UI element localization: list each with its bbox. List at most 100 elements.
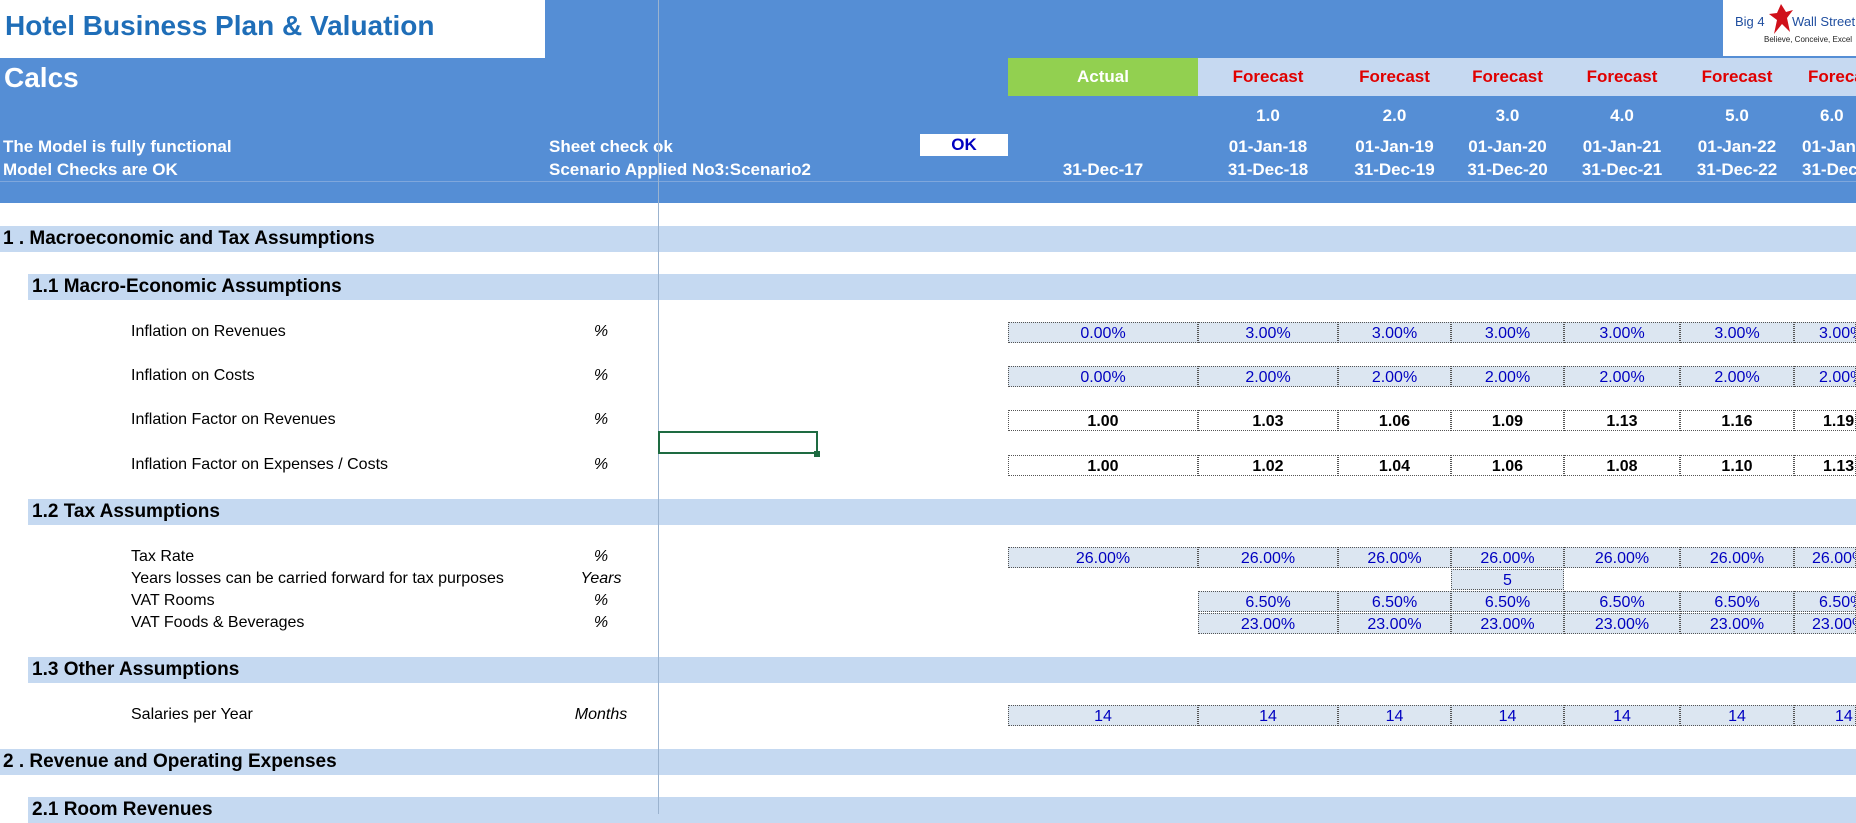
value-cell[interactable]: 2.00%: [1680, 366, 1794, 387]
row-label-factor-revenues: Inflation Factor on Revenues: [131, 411, 336, 428]
end-date-3[interactable]: 31-Dec-20: [1451, 160, 1564, 180]
value-cell[interactable]: 26.00%: [1680, 547, 1794, 568]
value-cell[interactable]: 1.13: [1564, 410, 1680, 431]
actual-header[interactable]: Actual: [1008, 58, 1198, 96]
value-cell[interactable]: 3.00%: [1451, 322, 1564, 343]
value-cell[interactable]: 2.00%: [1338, 366, 1451, 387]
start-date-5[interactable]: 01-Jan-22: [1680, 137, 1794, 157]
period-1[interactable]: 1.0: [1198, 106, 1338, 126]
scenario-label: Scenario Applied No3:Scenario2: [549, 160, 811, 179]
value-cell[interactable]: 26.00%: [1451, 547, 1564, 568]
value-cell[interactable]: 1.10: [1680, 455, 1794, 476]
value-cell[interactable]: 14: [1564, 705, 1680, 726]
start-date-1[interactable]: 01-Jan-18: [1198, 137, 1338, 157]
value-cell[interactable]: 1.02: [1198, 455, 1338, 476]
value-cell[interactable]: 0.00%: [1008, 322, 1198, 343]
value-cell[interactable]: 6.50%: [1198, 591, 1338, 612]
section-title-2: 2 . Revenue and Operating Expenses: [3, 751, 337, 772]
end-date-4[interactable]: 31-Dec-21: [1564, 160, 1680, 180]
row-unit: %: [593, 614, 609, 631]
value-cell[interactable]: 1.00: [1008, 410, 1198, 431]
end-date-1[interactable]: 31-Dec-18: [1198, 160, 1338, 180]
value-cell[interactable]: 6.50%: [1794, 591, 1856, 612]
logo-text-right: Wall Street: [1792, 14, 1856, 29]
value-cell[interactable]: 26.00%: [1198, 547, 1338, 568]
subsection-band-2-1[interactable]: [28, 797, 1856, 823]
value-cell[interactable]: 26.00%: [1338, 547, 1451, 568]
value-cell[interactable]: 1.00: [1008, 455, 1198, 476]
forecast-header-6[interactable]: Forecast: [1794, 58, 1856, 96]
end-date-6[interactable]: 31-Dec-23: [1794, 160, 1856, 180]
period-5[interactable]: 5.0: [1680, 106, 1794, 126]
value-cell[interactable]: 14: [1451, 705, 1564, 726]
value-cell[interactable]: 6.50%: [1451, 591, 1564, 612]
end-date-2[interactable]: 31-Dec-19: [1338, 160, 1451, 180]
freeze-pane-divider: [658, 0, 659, 814]
value-cell[interactable]: 1.03: [1198, 410, 1338, 431]
value-cell[interactable]: 23.00%: [1680, 613, 1794, 634]
value-cell[interactable]: 14: [1794, 705, 1856, 726]
value-cell[interactable]: 23.00%: [1564, 613, 1680, 634]
value-cell[interactable]: 2.00%: [1198, 366, 1338, 387]
value-cell[interactable]: 1.06: [1338, 410, 1451, 431]
value-cell[interactable]: 1.08: [1564, 455, 1680, 476]
start-date-3[interactable]: 01-Jan-20: [1451, 137, 1564, 157]
value-cell[interactable]: 3.00%: [1564, 322, 1680, 343]
period-6[interactable]: 6.0: [1794, 106, 1856, 126]
value-cell[interactable]: 2.00%: [1451, 366, 1564, 387]
value-cell[interactable]: 1.16: [1680, 410, 1794, 431]
value-cell[interactable]: 23.00%: [1338, 613, 1451, 634]
value-cell[interactable]: 6.50%: [1680, 591, 1794, 612]
value-cell[interactable]: 23.00%: [1198, 613, 1338, 634]
value-cell[interactable]: 6.50%: [1564, 591, 1680, 612]
value-cell[interactable]: 3.00%: [1198, 322, 1338, 343]
value-cell[interactable]: 2.00%: [1794, 366, 1856, 387]
row-unit: %: [593, 456, 609, 473]
start-date-2[interactable]: 01-Jan-19: [1338, 137, 1451, 157]
actual-end-date[interactable]: 31-Dec-17: [1008, 160, 1198, 180]
value-cell[interactable]: 14: [1008, 705, 1198, 726]
value-cell[interactable]: 23.00%: [1451, 613, 1564, 634]
row-unit: %: [593, 548, 609, 565]
subsection-band-1-3[interactable]: [28, 657, 1856, 683]
start-date-4[interactable]: 01-Jan-21: [1564, 137, 1680, 157]
value-cell[interactable]: 3.00%: [1338, 322, 1451, 343]
start-date-6[interactable]: 01-Jan-23: [1794, 137, 1856, 157]
value-cell[interactable]: 1.13: [1794, 455, 1856, 476]
value-cell[interactable]: 14: [1680, 705, 1794, 726]
period-4[interactable]: 4.0: [1564, 106, 1680, 126]
selected-cell[interactable]: [658, 431, 818, 454]
forecast-header-4[interactable]: Forecast: [1564, 58, 1680, 96]
row-unit: Years: [580, 570, 622, 587]
forecast-header-2[interactable]: Forecast: [1338, 58, 1451, 96]
value-cell[interactable]: 14: [1198, 705, 1338, 726]
value-cell[interactable]: 23.00%: [1794, 613, 1856, 634]
value-cell[interactable]: 26.00%: [1564, 547, 1680, 568]
value-cell[interactable]: 3.00%: [1794, 322, 1856, 343]
value-cell[interactable]: 6.50%: [1338, 591, 1451, 612]
row-label-vat-rooms: VAT Rooms: [131, 592, 215, 609]
value-cell[interactable]: 1.06: [1451, 455, 1564, 476]
subsection-band-1-2[interactable]: [28, 499, 1856, 525]
fill-handle[interactable]: [814, 451, 820, 457]
subsection-title-1-3: 1.3 Other Assumptions: [32, 659, 240, 680]
end-date-5[interactable]: 31-Dec-22: [1680, 160, 1794, 180]
forecast-header-5[interactable]: Forecast: [1680, 58, 1794, 96]
value-cell[interactable]: 14: [1338, 705, 1451, 726]
sheet-check-ok-badge[interactable]: OK: [920, 134, 1008, 156]
forecast-header-3[interactable]: Forecast: [1451, 58, 1564, 96]
subsection-title-1-1: 1.1 Macro-Economic Assumptions: [32, 276, 342, 297]
value-cell[interactable]: 3.00%: [1680, 322, 1794, 343]
value-cell[interactable]: 1.04: [1338, 455, 1451, 476]
value-cell[interactable]: 2.00%: [1564, 366, 1680, 387]
value-cell[interactable]: 26.00%: [1008, 547, 1198, 568]
forecast-header-1[interactable]: Forecast: [1198, 58, 1338, 96]
value-cell[interactable]: 1.19: [1794, 410, 1856, 431]
period-2[interactable]: 2.0: [1338, 106, 1451, 126]
value-cell[interactable]: 0.00%: [1008, 366, 1198, 387]
value-cell[interactable]: 5: [1451, 569, 1564, 590]
value-cell[interactable]: 1.09: [1451, 410, 1564, 431]
value-cell[interactable]: 26.00%: [1794, 547, 1856, 568]
period-3[interactable]: 3.0: [1451, 106, 1564, 126]
row-label-salaries: Salaries per Year: [131, 706, 253, 723]
